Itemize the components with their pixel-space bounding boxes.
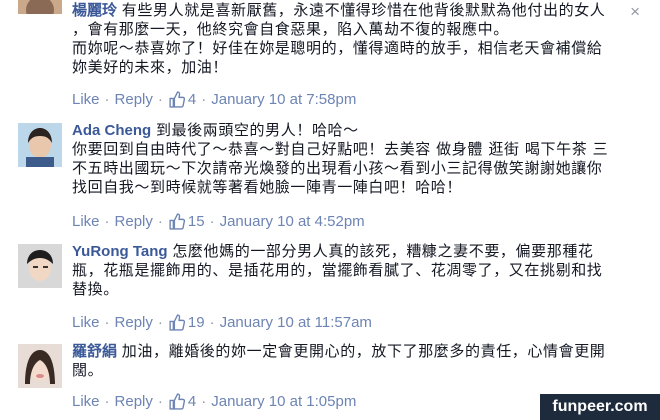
comment-text: ，會有那麼一天，他終究會自食惡果，陷入萬劫不復的報應中。 — [72, 20, 509, 38]
comment-text-line: YuRong Tang 怎麼他媽的一部分男人真的該死，糟糠之妻不要，偏要那種花 — [72, 242, 632, 261]
like-count[interactable]: 4 — [188, 91, 196, 108]
separator: · — [201, 393, 207, 410]
avatar[interactable] — [18, 123, 62, 167]
comment-text: 找回自我～到時候就等著看她臉一陣青一陣白吧！哈哈！ — [72, 178, 463, 196]
separator: · — [104, 91, 110, 108]
comment-actions: Like · Reply · 4 · January 10 at 1:05pm — [72, 393, 356, 410]
comment-timestamp[interactable]: January 10 at 11:57am — [220, 314, 372, 331]
thumbs-up-icon[interactable] — [168, 393, 185, 410]
avatar[interactable] — [18, 0, 62, 14]
comment-text: 到最後兩頭空的男人！哈哈～ — [155, 121, 359, 139]
separator: · — [157, 91, 163, 108]
avatar-image — [18, 0, 62, 14]
thumbs-up-icon[interactable] — [168, 213, 185, 230]
comment-timestamp[interactable]: January 10 at 4:52pm — [220, 213, 365, 230]
separator: · — [157, 314, 163, 331]
separator: · — [201, 91, 207, 108]
comment-text-line: 羅舒絹 加油，離婚後的妳一定會更開心的，放下了那麼多的責任，心情會更開 — [72, 342, 632, 361]
comment-actions: Like · Reply · 4 · January 10 at 7:58pm — [72, 91, 356, 108]
comment-text: 瓶，花瓶是擺飾用的、是插花用的，當擺飾看膩了、花凋零了，又在挑剔和找 — [72, 261, 603, 279]
comment-text: 有些男人就是喜新厭舊，永遠不懂得珍惜在他背後默默為他付出的女人 — [121, 1, 606, 19]
like-count[interactable]: 19 — [188, 314, 205, 331]
reply-button[interactable]: Reply — [115, 91, 153, 108]
like-button[interactable]: Like — [72, 213, 100, 230]
thumbs-up-icon[interactable] — [168, 314, 185, 331]
separator: · — [157, 393, 163, 410]
comment-text: 妳美好的未來，加油！ — [72, 58, 229, 76]
thumbs-up-icon[interactable] — [168, 91, 185, 108]
reply-button[interactable]: Reply — [115, 393, 153, 410]
separator: · — [209, 314, 215, 331]
comment-text: 你要回到自由時代了～恭喜～對自己好點吧！去美容 做身體 逛街 喝下午茶 三 — [72, 140, 609, 158]
comment-text: 怎麼他媽的一部分男人真的該死，糟糠之妻不要，偏要那種花 — [172, 242, 594, 260]
comment-author[interactable]: 楊麗玲 — [72, 2, 117, 19]
like-button[interactable]: Like — [72, 314, 100, 331]
separator: · — [104, 213, 110, 230]
watermark: funpeer.com — [540, 394, 660, 420]
reply-button[interactable]: Reply — [115, 213, 153, 230]
comment-text-line: 楊麗玲 有些男人就是喜新厭舊，永遠不懂得珍惜在他背後默默為他付出的女人 — [72, 1, 632, 20]
comment-actions: Like · Reply · 19 · January 10 at 11:57a… — [72, 314, 372, 331]
comment-text: 替換。 — [72, 280, 119, 298]
separator: · — [157, 213, 163, 230]
comment-text: 不五時出國玩～下次請帝光煥發的出現看小孩～看到小三記得傲笑謝謝她讓你 — [72, 159, 603, 177]
comment-text: 而妳呢～恭喜妳了！好佳在妳是聰明的，懂得適時的放手，相信老天會補償給 — [72, 39, 603, 57]
like-count[interactable]: 4 — [188, 393, 196, 410]
avatar[interactable] — [18, 244, 62, 288]
comment-timestamp[interactable]: January 10 at 7:58pm — [211, 91, 356, 108]
comment-actions: Like · Reply · 15 · January 10 at 4:52pm — [72, 213, 365, 230]
avatar-image — [18, 244, 62, 288]
reply-button[interactable]: Reply — [115, 314, 153, 331]
comment-timestamp[interactable]: January 10 at 1:05pm — [211, 393, 356, 410]
comment-author[interactable]: Ada Cheng — [72, 122, 151, 139]
avatar[interactable] — [18, 344, 62, 388]
separator: · — [104, 314, 110, 331]
comment-text: 加油，離婚後的妳一定會更開心的，放下了那麼多的責任，心情會更開 — [121, 342, 606, 360]
avatar-image — [18, 123, 62, 167]
comment-author[interactable]: 羅舒絹 — [72, 343, 117, 360]
separator: · — [104, 393, 110, 410]
close-icon[interactable]: × — [630, 2, 640, 22]
like-button[interactable]: Like — [72, 393, 100, 410]
comment-text-line: Ada Cheng 到最後兩頭空的男人！哈哈～ — [72, 121, 632, 140]
avatar-image — [18, 344, 62, 388]
comment-author[interactable]: YuRong Tang — [72, 243, 168, 260]
like-count[interactable]: 15 — [188, 213, 205, 230]
comment-text: 闊。 — [72, 361, 104, 379]
separator: · — [209, 213, 215, 230]
like-button[interactable]: Like — [72, 91, 100, 108]
